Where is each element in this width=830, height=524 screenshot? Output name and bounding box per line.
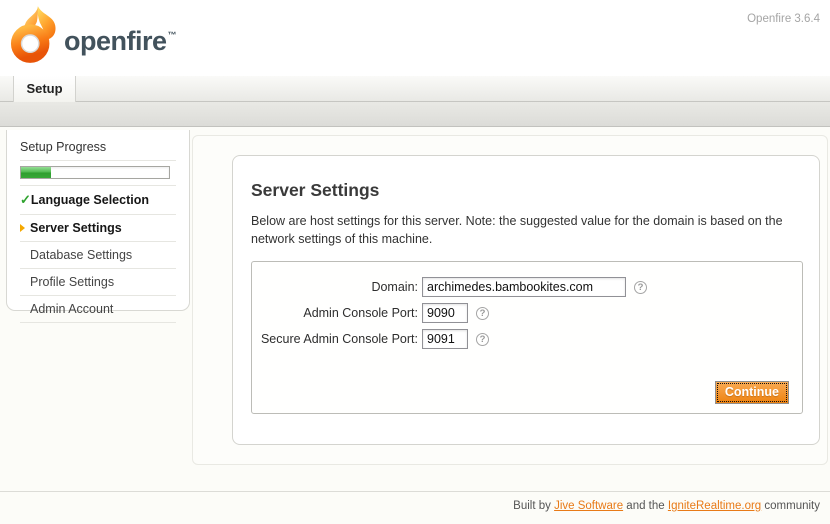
jive-software-link[interactable]: Jive Software [554,500,623,512]
main-content-box: Server Settings Below are host settings … [232,155,820,445]
openfire-setup-page: openfire™ Openfire 3.6.4 Setup Setup Pro… [0,0,830,524]
footer-text-middle: and the [623,500,668,512]
domain-input[interactable] [422,277,626,297]
footer-text-prefix: Built by [513,500,554,512]
form-row-admin-port: Admin Console Port: ? [252,303,802,323]
progress-bar [20,161,176,186]
openfire-flame-logo-icon [10,5,60,65]
header: openfire™ Openfire 3.6.4 [0,0,830,76]
sidebar-title: Setup Progress [20,140,176,161]
brand-wordmark: openfire™ [64,26,176,57]
sidebar-item-database-settings: Database Settings [20,242,176,269]
admin-console-port-input[interactable] [422,303,468,323]
admin-console-port-label: Admin Console Port: [252,306,418,320]
setup-progress-sidebar: Setup Progress ✓Language Selection Serve… [6,130,190,311]
version-label: Openfire 3.6.4 [747,13,820,25]
subnav-bar [0,102,830,127]
sidebar-item-language-selection: ✓Language Selection [20,186,176,215]
form-row-domain: Domain: ? [252,277,802,297]
secure-admin-console-port-input[interactable] [422,329,468,349]
domain-help-icon[interactable]: ? [634,281,647,294]
sidebar-item-profile-settings: Profile Settings [20,269,176,296]
footer-text-suffix: community [761,500,820,512]
igniterealtime-link[interactable]: IgniteRealtime.org [668,500,761,512]
page-title: Server Settings [251,180,801,201]
check-icon: ✓ [20,192,31,207]
sidebar-item-admin-account: Admin Account [20,296,176,323]
arrow-bullet-icon [20,224,25,232]
domain-label: Domain: [252,280,418,294]
secure-admin-console-port-label: Secure Admin Console Port: [252,332,418,346]
footer: Built by Jive Software and the IgniteRea… [0,491,830,524]
page-description: Below are host settings for this server.… [251,212,796,248]
continue-button[interactable]: Continue [715,381,789,404]
tab-bar: Setup [0,76,830,102]
progress-fill [21,167,51,178]
trademark-symbol: ™ [168,30,177,40]
secure-port-help-icon[interactable]: ? [476,333,489,346]
admin-port-help-icon[interactable]: ? [476,307,489,320]
progress-track [20,166,170,179]
tab-setup[interactable]: Setup [13,76,76,102]
form-row-secure-port: Secure Admin Console Port: ? [252,329,802,349]
server-settings-form: Domain: ? Admin Console Port: ? Secure A… [251,261,803,414]
sidebar-item-server-settings: Server Settings [20,215,176,242]
